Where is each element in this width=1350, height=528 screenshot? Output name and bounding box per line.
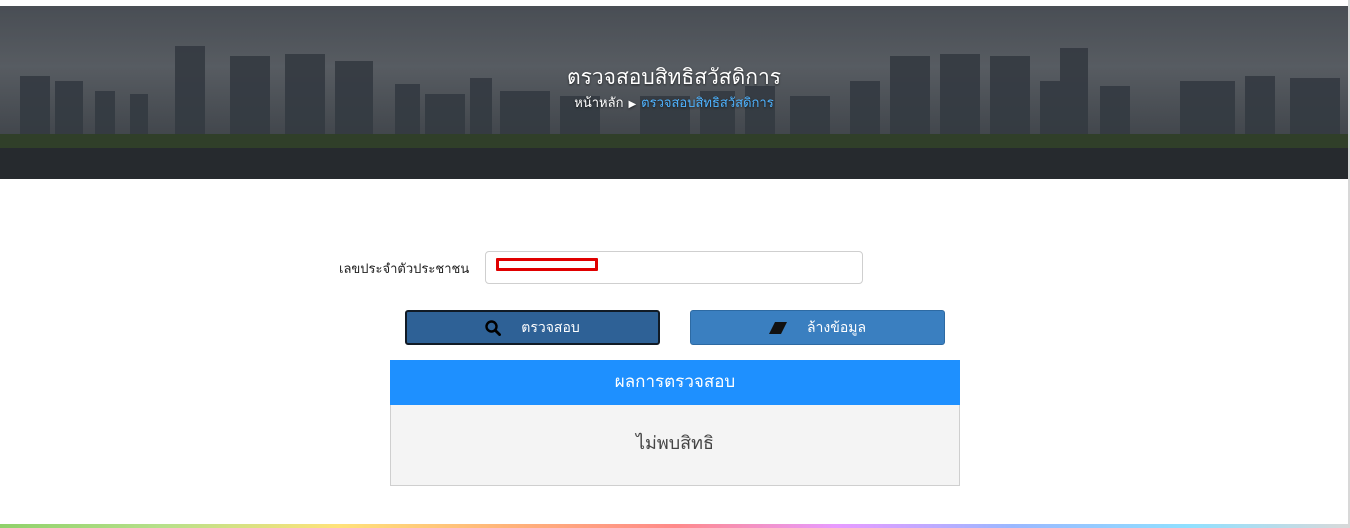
hero-banner: ตรวจสอบสิทธิสวัสดิการ หน้าหลัก ▶ ตรวจสอบสิ… [0,6,1348,179]
result-header: ผลการตรวจสอบ [390,360,960,405]
breadcrumb: หน้าหลัก ▶ ตรวจสอบสิทธิสวัสดิการ [0,92,1348,113]
result-message: ไม่พบสิทธิ [390,405,960,486]
breadcrumb-current: ตรวจสอบสิทธิสวัสดิการ [641,96,774,111]
search-button[interactable]: ตรวจสอบ [405,310,660,345]
search-button-label: ตรวจสอบ [521,319,580,336]
bottom-color-bar [0,524,1350,528]
clear-button-label: ล้างข้อมูล [806,319,867,336]
eraser-icon [768,321,787,334]
page-title: ตรวจสอบสิทธิสวัสดิการ [566,65,782,89]
citizen-id-label: เลขประจำตัวประชาชน [339,262,470,277]
clear-button[interactable]: ล้างข้อมูล [690,310,945,345]
breadcrumb-separator-icon: ▶ [628,99,637,110]
breadcrumb-home-link[interactable]: หน้าหลัก [574,96,623,111]
redaction-box [496,258,598,271]
search-icon [485,319,502,336]
